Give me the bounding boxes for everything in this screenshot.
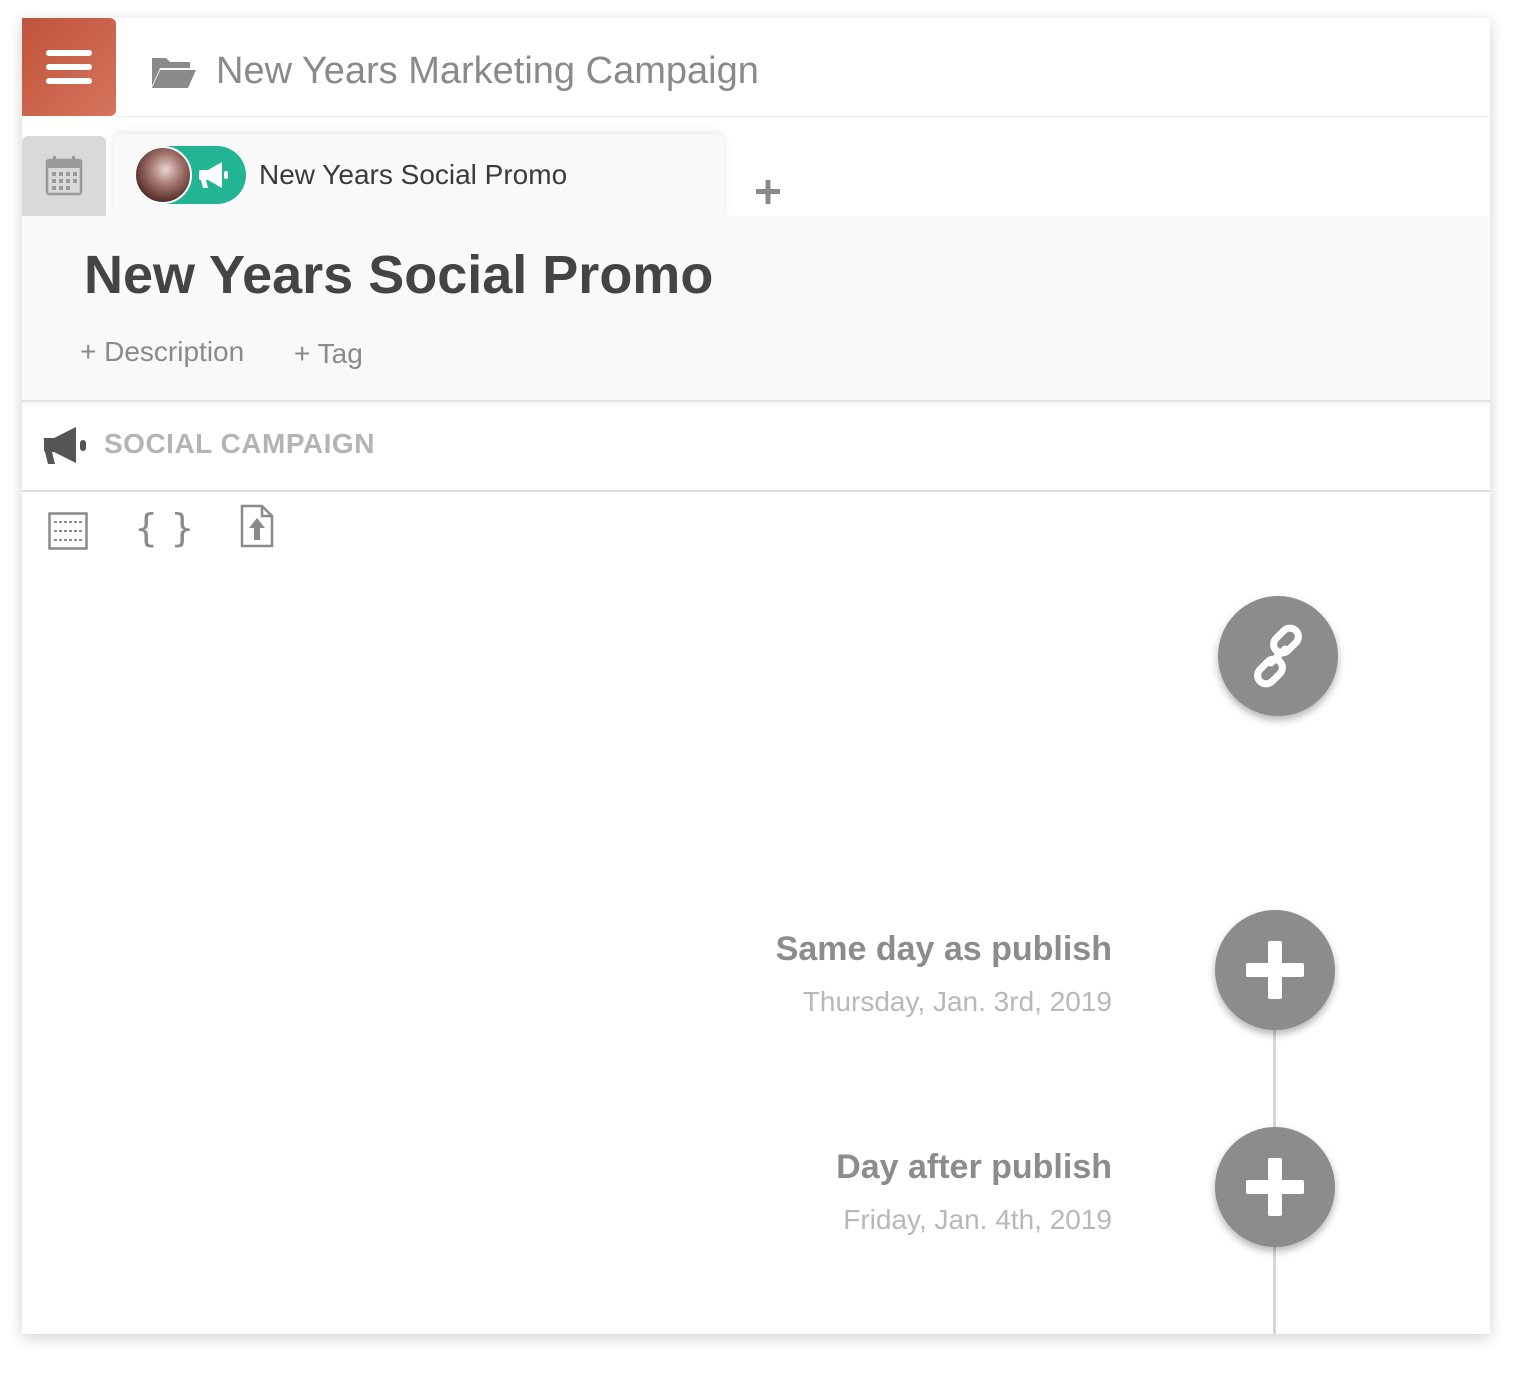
add-post-button[interactable] bbox=[1215, 910, 1335, 1030]
add-post-button[interactable] bbox=[1215, 1127, 1335, 1247]
file-upload-icon[interactable] bbox=[240, 504, 274, 548]
section-label: SOCIAL CAMPAIGN bbox=[104, 428, 375, 459]
document-header: New Years Social Promo + Description + T… bbox=[22, 216, 1490, 402]
event-date: Thursday, Jan. 3rd, 2019 bbox=[802, 986, 1112, 1017]
tab-bar: New Years Social Promo bbox=[22, 134, 1490, 218]
plus-icon bbox=[1246, 941, 1304, 999]
braces-icon[interactable]: { } bbox=[134, 506, 194, 550]
avatar bbox=[134, 146, 192, 204]
main-menu-button[interactable] bbox=[22, 18, 116, 116]
tab-calendar[interactable] bbox=[22, 136, 106, 216]
plus-icon bbox=[1246, 1158, 1304, 1216]
event-date: Friday, Jan. 4th, 2019 bbox=[843, 1204, 1112, 1235]
event-title: Same day as publish bbox=[775, 930, 1112, 968]
add-tag-link[interactable]: + Tag bbox=[294, 338, 363, 370]
app-window: New Years Marketing Campaign New Years S… bbox=[22, 18, 1490, 1334]
page-title[interactable]: New Years Social Promo bbox=[84, 244, 713, 306]
megaphone-icon bbox=[199, 162, 228, 188]
tab-type-badge bbox=[134, 146, 246, 204]
megaphone-icon bbox=[43, 427, 86, 464]
hamburger-menu-icon bbox=[46, 50, 92, 84]
campaign-title[interactable]: New Years Marketing Campaign bbox=[216, 50, 759, 93]
add-tab-button[interactable] bbox=[756, 180, 780, 204]
link-button[interactable] bbox=[1218, 596, 1338, 716]
layout-grid-icon[interactable] bbox=[48, 512, 88, 550]
link-icon bbox=[1254, 624, 1302, 688]
section-header: SOCIAL CAMPAIGN bbox=[22, 402, 1490, 492]
tab-label: New Years Social Promo bbox=[259, 159, 568, 190]
event-title: Day after publish bbox=[836, 1148, 1112, 1186]
add-description-link[interactable]: + Description bbox=[80, 336, 244, 368]
header-divider bbox=[116, 116, 1490, 117]
calendar-icon bbox=[45, 156, 83, 196]
tab-new-years-social-promo[interactable]: New Years Social Promo bbox=[114, 134, 724, 218]
folder-open-icon bbox=[152, 58, 196, 88]
